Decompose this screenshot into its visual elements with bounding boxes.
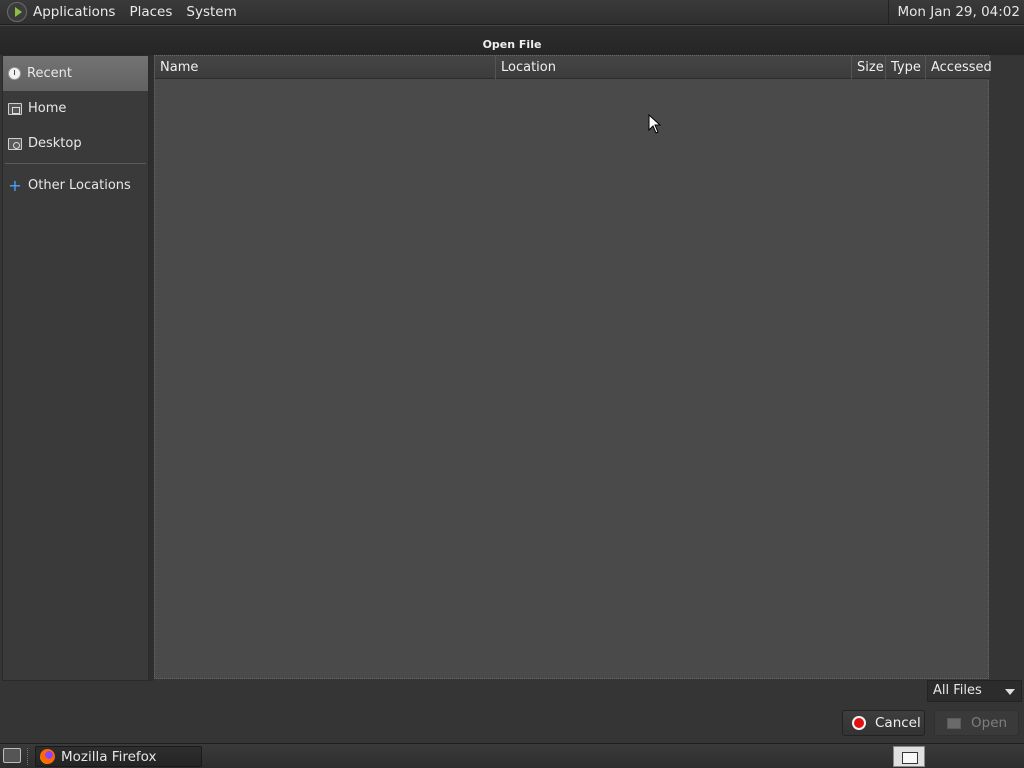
column-header-size[interactable]: Size [852, 56, 886, 79]
show-desktop-icon[interactable] [3, 748, 21, 763]
column-header-name[interactable]: Name [155, 56, 496, 79]
sidebar-item-label: Home [28, 101, 67, 116]
titlebar[interactable]: Open File [0, 25, 1024, 55]
sidebar-item-desktop[interactable]: Desktop [3, 126, 148, 161]
desktop: Applications Places System Mon Jan 29, 0… [0, 0, 1024, 768]
desktop-folder-icon [8, 137, 22, 150]
dropdown-arrow-icon [1005, 689, 1015, 695]
open-button[interactable]: Open [934, 710, 1019, 736]
folder-open-icon [947, 717, 961, 729]
filter-value: All Files [933, 683, 982, 698]
sidebar-item-label: Desktop [28, 136, 82, 151]
mouse-pointer-icon [648, 114, 662, 134]
plus-icon: + [8, 175, 22, 195]
applications-menu[interactable]: Applications [33, 4, 115, 20]
top-panel: Applications Places System Mon Jan 29, 0… [0, 0, 1024, 25]
taskbar: Mozilla Firefox [0, 743, 1024, 768]
open-file-dialog: Open File Recent Home Desktop + Other Lo… [0, 25, 1024, 743]
file-type-filter[interactable]: All Files [927, 680, 1022, 702]
taskbar-item-label: Mozilla Firefox [61, 748, 157, 765]
sidebar-item-label: Recent [27, 66, 72, 81]
column-header-type[interactable]: Type [886, 56, 926, 79]
cancel-button[interactable]: Cancel [842, 710, 925, 736]
sidebar-item-label: Other Locations [28, 178, 131, 193]
cancel-label: Cancel [875, 715, 921, 731]
sidebar-item-other-locations[interactable]: + Other Locations [3, 168, 148, 203]
column-header-row: Name Location Size Type Accessed [155, 56, 992, 79]
column-header-accessed[interactable]: Accessed [926, 56, 992, 79]
workspace-switcher[interactable] [893, 746, 925, 767]
sidebar-item-home[interactable]: Home [3, 91, 148, 126]
system-menu[interactable]: System [186, 4, 236, 20]
recent-icon [8, 67, 21, 80]
sidebar-item-recent[interactable]: Recent [3, 56, 148, 91]
file-list[interactable]: Name Location Size Type Accessed [154, 55, 992, 679]
home-folder-icon [8, 102, 22, 115]
sidebar-separator [5, 163, 146, 164]
taskbar-item-firefox[interactable]: Mozilla Firefox [35, 746, 202, 767]
taskbar-separator [27, 748, 29, 765]
column-header-location[interactable]: Location [496, 56, 852, 79]
places-menu[interactable]: Places [129, 4, 172, 20]
distro-logo-icon[interactable] [7, 2, 27, 22]
cancel-icon [852, 716, 866, 730]
firefox-icon [40, 749, 55, 764]
open-label: Open [971, 715, 1008, 731]
places-sidebar: Recent Home Desktop + Other Locations [2, 55, 149, 681]
dialog-title: Open File [482, 38, 542, 51]
clock[interactable]: Mon Jan 29, 04:02 [888, 0, 1024, 25]
